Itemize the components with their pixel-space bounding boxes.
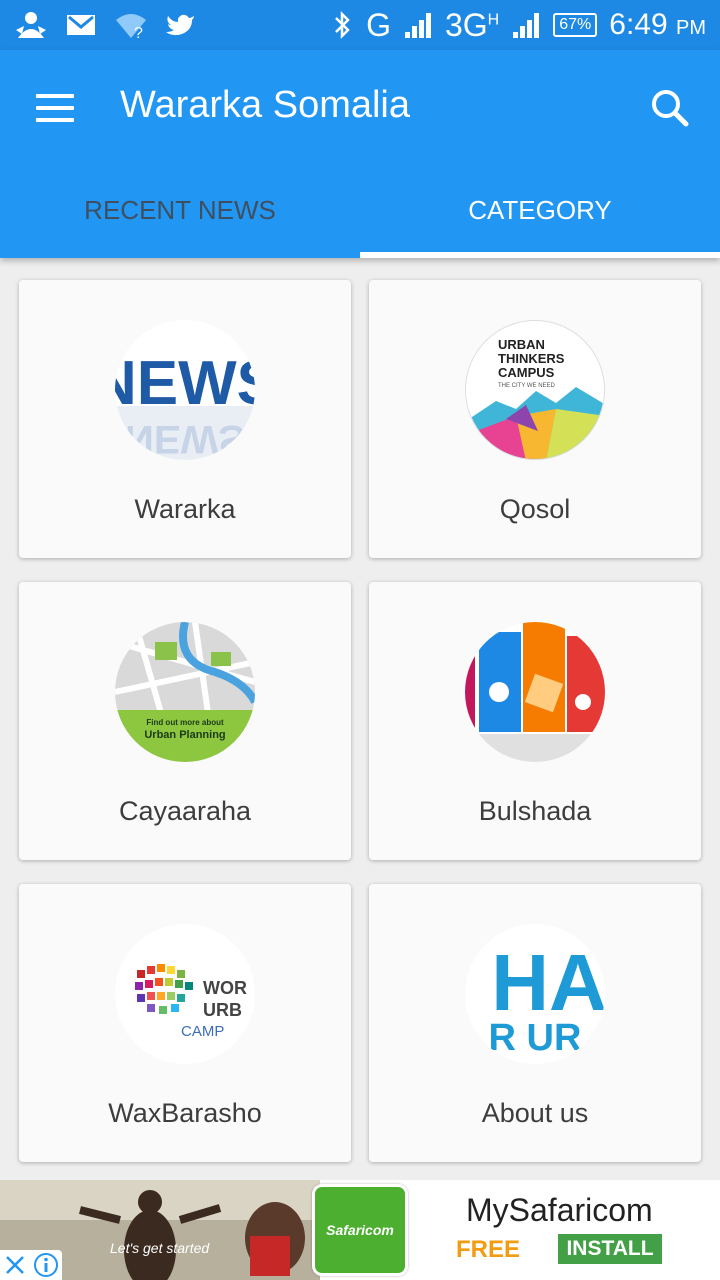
battery-icon: 67%	[553, 13, 598, 37]
ad-tagline: Let's get started	[110, 1240, 210, 1256]
category-label: Wararka	[134, 494, 236, 524]
svg-text:Find out more about: Find out more about	[146, 718, 224, 727]
svg-text:URBAN: URBAN	[498, 337, 545, 352]
svg-text:HA: HA	[491, 938, 605, 1027]
svg-text:URB: URB	[203, 1000, 242, 1020]
close-icon[interactable]	[3, 1253, 27, 1277]
urban-planning-thumbnail: Find out more about Urban Planning	[115, 622, 255, 762]
ad-price: FREE	[456, 1236, 521, 1263]
clock: 6:49 PM	[609, 8, 706, 41]
svg-text:WOR: WOR	[203, 978, 247, 998]
info-icon[interactable]	[33, 1252, 59, 1278]
search-icon	[652, 90, 689, 127]
category-label: About us	[481, 1098, 589, 1128]
category-card-about-us[interactable]: HA R UR About us	[369, 884, 701, 1162]
svg-text:CAMP: CAMP	[181, 1023, 224, 1040]
wifi-question-icon: ?	[116, 14, 146, 40]
category-label: WaxBarasho	[108, 1098, 262, 1128]
tab-recent-news[interactable]: RECENT NEWS	[0, 166, 360, 258]
svg-text:?: ?	[134, 25, 143, 40]
menu-button[interactable]	[26, 82, 86, 134]
tab-category[interactable]: CATEGORY	[360, 166, 720, 258]
network-g-label: G	[366, 7, 391, 43]
signal-icon-2	[513, 13, 540, 38]
category-card-qosol[interactable]: URBAN THINKERS CAMPUS THE CITY WE NEED Q…	[369, 280, 701, 558]
bluetooth-icon	[335, 10, 350, 40]
community-thumbnail	[465, 622, 605, 762]
category-card-bulshada[interactable]: Bulshada	[369, 582, 701, 860]
network-3g-label: 3GH	[444, 7, 500, 43]
app-bar: Wararka Somalia RECENT NEWS CATEGORY	[0, 50, 720, 258]
signal-icon	[404, 13, 431, 38]
category-grid: NEWS NEWS Wararka URBAN THINKERS CAMPUS …	[19, 280, 701, 1162]
person-icon	[16, 12, 46, 38]
tab-bar: RECENT NEWS CATEGORY	[0, 166, 720, 258]
ad-title: MySafaricom	[466, 1192, 653, 1228]
twitter-icon	[166, 14, 194, 36]
svg-text:THINKERS: THINKERS	[498, 351, 565, 366]
app-title: Wararka Somalia	[120, 84, 411, 126]
gmail-icon	[67, 15, 95, 35]
svg-text:CAMPUS: CAMPUS	[498, 365, 555, 380]
category-label: Qosol	[499, 494, 571, 524]
toolbar: Wararka Somalia	[0, 50, 720, 166]
category-label: Bulshada	[478, 796, 592, 826]
news-thumbnail: NEWS NEWS	[115, 320, 255, 460]
safaricom-logo: Safaricom	[312, 1184, 408, 1276]
ad-banner[interactable]: Let's get started Safaricom MySafaricom …	[0, 1180, 720, 1280]
install-button[interactable]: INSTALL	[558, 1234, 662, 1264]
status-bar: ? G 3GH 67% 6:49 PM	[0, 0, 720, 50]
world-urban-campaign-thumbnail: WOR URB CAMP	[115, 924, 255, 1064]
svg-text:R UR: R UR	[489, 1017, 582, 1059]
svg-text:Urban Planning: Urban Planning	[144, 729, 225, 741]
category-card-wararka[interactable]: NEWS NEWS Wararka	[19, 280, 351, 558]
category-card-waxbarasho[interactable]: WOR URB CAMP WaxBarasho	[19, 884, 351, 1162]
category-label: Cayaaraha	[118, 796, 252, 826]
search-button[interactable]	[640, 80, 700, 136]
about-thumbnail: HA R UR	[465, 924, 605, 1064]
svg-text:THE CITY WE NEED: THE CITY WE NEED	[498, 383, 556, 389]
ad-controls	[0, 1250, 62, 1280]
category-card-cayaaraha[interactable]: Find out more about Urban Planning Cayaa…	[19, 582, 351, 860]
svg-text:NEWS: NEWS	[125, 417, 245, 460]
urban-thinkers-thumbnail: URBAN THINKERS CAMPUS THE CITY WE NEED	[465, 320, 605, 460]
